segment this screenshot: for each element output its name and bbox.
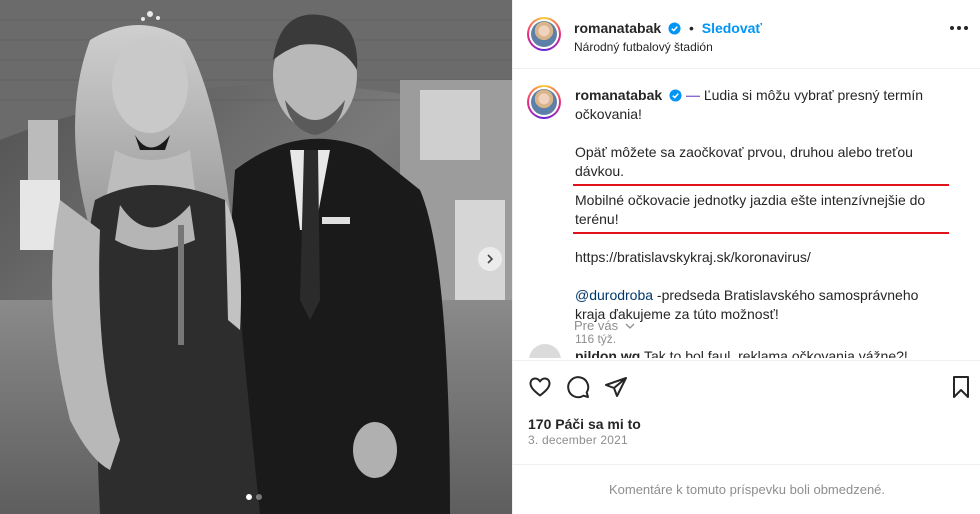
more-options-icon[interactable] bbox=[950, 26, 968, 30]
post-image bbox=[0, 0, 512, 514]
dash-emoji: — bbox=[685, 87, 700, 103]
action-bar bbox=[513, 360, 980, 410]
carousel-dot bbox=[256, 494, 262, 500]
see-translation-label: Pre vás bbox=[574, 318, 619, 333]
heart-icon[interactable] bbox=[528, 375, 552, 399]
comment-text: Tak to bol faul, reklama očkovania vážne… bbox=[643, 348, 908, 358]
likes-count[interactable]: 170 Páči sa mi to bbox=[528, 416, 641, 432]
avatar[interactable] bbox=[527, 17, 561, 51]
post-panel: romanatabak • Sledovať Národný futbalový… bbox=[512, 0, 980, 514]
separator-dot: • bbox=[688, 20, 694, 36]
post-header: romanatabak • Sledovať Národný futbalový… bbox=[513, 0, 980, 69]
verified-badge-icon bbox=[668, 22, 681, 35]
post-date[interactable]: 3. december 2021 bbox=[528, 433, 628, 447]
caption-avatar[interactable] bbox=[527, 85, 561, 119]
follow-button[interactable]: Sledovať bbox=[702, 20, 762, 36]
next-slide-button[interactable] bbox=[478, 247, 502, 271]
see-translation-button[interactable]: Pre vás bbox=[574, 318, 635, 333]
header-username[interactable]: romanatabak bbox=[574, 20, 661, 36]
caption-line-doses: Opäť môžete sa zaočkovať prvou, druhou a… bbox=[573, 143, 949, 186]
post-photo[interactable] bbox=[0, 0, 512, 514]
verified-badge-icon bbox=[669, 89, 682, 102]
carousel-dots bbox=[246, 494, 262, 500]
comment-row: pildon.wg Tak to bol faul, reklama očkov… bbox=[529, 344, 969, 358]
caption-url: https://bratislavskykraj.sk/koronavirus/ bbox=[575, 249, 811, 265]
mention-link[interactable]: @durodroba bbox=[575, 287, 653, 303]
caption-line-mobile-units: Mobilné očkovacie jednotky jazdia ešte i… bbox=[573, 191, 949, 234]
comments-disabled-notice: Komentáre k tomuto príspevku boli obmedz… bbox=[513, 464, 980, 514]
comment-username[interactable]: pildon.wg bbox=[575, 348, 640, 358]
bookmark-icon[interactable] bbox=[951, 375, 971, 399]
caption-username[interactable]: romanatabak bbox=[575, 87, 662, 103]
comment-icon[interactable] bbox=[566, 375, 590, 399]
caption: romanatabak — Ľudia si môžu vybrať presn… bbox=[573, 86, 949, 349]
chevron-right-icon bbox=[487, 254, 494, 264]
location-link[interactable]: Národný futbalový štadión bbox=[574, 40, 713, 54]
chevron-down-icon bbox=[625, 323, 635, 329]
carousel-dot-active bbox=[246, 494, 252, 500]
send-icon[interactable] bbox=[604, 375, 628, 399]
comments-disabled-text: Komentáre k tomuto príspevku boli obmedz… bbox=[608, 482, 886, 497]
comment-avatar[interactable] bbox=[529, 344, 561, 358]
